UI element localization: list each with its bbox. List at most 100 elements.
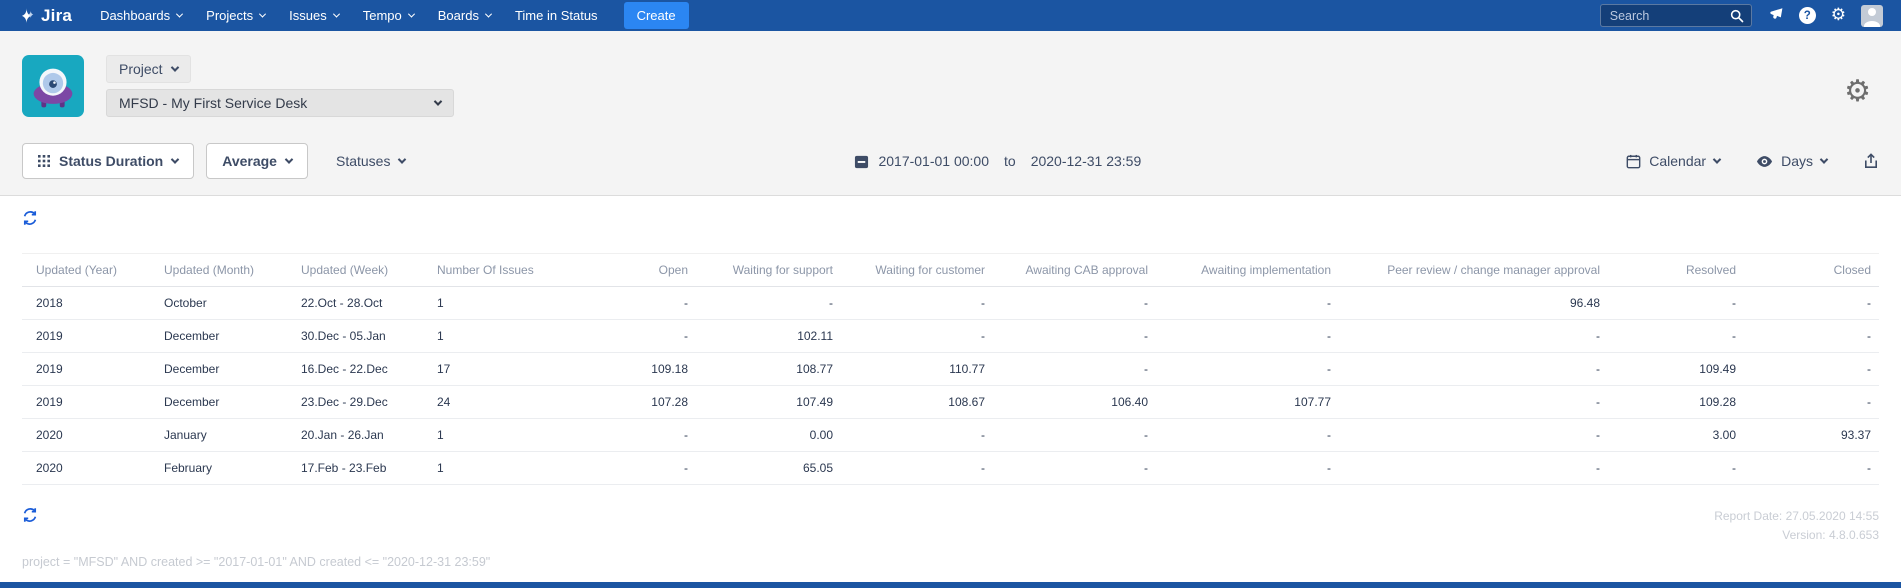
main-nav: Dashboards Projects Issues Tempo Boards Time … <box>88 8 610 23</box>
table-cell: 65.05 <box>688 451 833 485</box>
nav-item-projects[interactable]: Projects <box>206 8 267 23</box>
unit-dropdown[interactable]: Days <box>1756 153 1829 169</box>
refresh-row <box>22 196 1879 253</box>
table-cell: - <box>561 451 688 485</box>
table-cell: 108.67 <box>833 385 985 419</box>
export-button[interactable] <box>1863 153 1879 169</box>
nav-item-label: Issues <box>289 8 327 23</box>
chevron-down-icon <box>1712 155 1722 164</box>
announcement-megaphone-icon[interactable] <box>1767 7 1784 24</box>
project-select[interactable]: MFSD - My First Service Desk <box>106 89 454 117</box>
user-avatar[interactable] <box>1861 4 1883 27</box>
table-cell: January <box>164 418 301 452</box>
table-cell: - <box>561 319 688 353</box>
jira-logo[interactable]: Jira <box>18 6 72 26</box>
project-type-dropdown[interactable]: Project <box>106 55 191 83</box>
footer-meta: Report Date: 27.05.2020 14:55 Version: 4… <box>1714 507 1879 545</box>
project-controls: Project MFSD - My First Service Desk <box>106 55 454 117</box>
column-header: Updated (Year) <box>22 253 164 287</box>
table-cell: - <box>1736 451 1879 485</box>
version: Version: 4.8.0.653 <box>1782 528 1879 542</box>
report-table: Updated (Year) Updated (Month) Updated (We… <box>22 253 1879 485</box>
chevron-down-icon <box>176 10 184 18</box>
table-cell: 93.37 <box>1736 418 1879 452</box>
table-cell: - <box>833 286 985 320</box>
table-cell: - <box>1331 352 1600 386</box>
nav-item-boards[interactable]: Boards <box>437 8 492 23</box>
project-select-value: MFSD - My First Service Desk <box>119 95 308 111</box>
table-cell: 2020 <box>22 451 164 485</box>
nav-item-label: Boards <box>437 8 479 23</box>
table-row: 2020 February 17.Feb - 23.Feb 1-65.05- - - - - - <box>22 451 1879 485</box>
calendar-type-dropdown[interactable]: Calendar <box>1626 153 1722 169</box>
table-cell: - <box>1148 418 1331 452</box>
table-cell: 30.Dec - 05.Jan <box>301 319 437 353</box>
table-cell: - <box>1148 451 1331 485</box>
search-input[interactable] <box>1607 7 1726 24</box>
chevron-down-icon <box>332 10 340 18</box>
chevron-down-icon <box>433 97 443 106</box>
calendar-icon <box>854 154 869 169</box>
aggregation-button[interactable]: Average <box>206 143 308 179</box>
table-cell: 1 <box>437 319 561 353</box>
report-settings-gear-icon[interactable]: ⚙ <box>1844 77 1871 107</box>
chevron-down-icon <box>407 10 415 18</box>
nav-item-dashboards[interactable]: Dashboards <box>100 8 184 23</box>
column-header: Resolved <box>1600 253 1736 287</box>
calendar-type-label: Calendar <box>1649 153 1707 169</box>
nav-item-tempo[interactable]: Tempo <box>363 8 415 23</box>
admin-gear-icon[interactable]: ⚙ <box>1831 7 1846 24</box>
table-cell: - <box>1148 352 1331 386</box>
refresh-icon[interactable] <box>22 210 38 226</box>
grid-icon <box>38 155 50 167</box>
report-date: Report Date: 27.05.2020 14:55 <box>1714 509 1879 523</box>
table-cell: - <box>1736 319 1879 353</box>
column-header: Waiting for customer <box>833 253 985 287</box>
report-type-button[interactable]: Status Duration <box>22 143 195 179</box>
column-header: Closed <box>1736 253 1879 287</box>
project-type-label: Project <box>119 61 163 77</box>
table-cell: 106.40 <box>985 385 1148 419</box>
table-cell: - <box>1331 451 1600 485</box>
refresh-icon-bottom[interactable] <box>22 507 38 523</box>
table-cell: - <box>1148 319 1331 353</box>
search-icon[interactable] <box>1730 9 1744 23</box>
report-content: Updated (Year) Updated (Month) Updated (We… <box>0 196 1901 569</box>
jql-query: project = "MFSD" AND created >= "2017-01… <box>22 555 491 569</box>
table-row: 2019 December 16.Dec - 22.Dec 17 109.18 108.7… <box>22 352 1879 386</box>
table-cell: - <box>985 418 1148 452</box>
date-to: 2020-12-31 23:59 <box>1030 153 1142 169</box>
chevron-down-icon <box>1819 155 1829 164</box>
table-cell: 109.18 <box>561 352 688 386</box>
column-header: Peer review / change manager approval <box>1331 253 1600 287</box>
table-cell: December <box>164 319 301 353</box>
table-cell: 110.77 <box>833 352 985 386</box>
table-cell: 22.Oct - 28.Oct <box>301 286 437 320</box>
create-button[interactable]: Create <box>623 2 689 29</box>
table-row: 2020 January 20.Jan - 26.Jan 1-0.00- - - -3.00… <box>22 418 1879 452</box>
table-cell: - <box>688 286 833 320</box>
brand-name: Jira <box>41 5 73 25</box>
nav-item-issues[interactable]: Issues <box>289 8 340 23</box>
table-cell: - <box>1736 385 1879 419</box>
aggregation-label: Average <box>222 153 277 169</box>
nav-item-time-in-status[interactable]: Time in Status <box>515 8 598 23</box>
help-icon[interactable]: ? <box>1798 7 1816 24</box>
table-row: 2019 December 30.Dec - 05.Jan 1-102.11- - - - -… <box>22 319 1879 353</box>
statuses-dropdown[interactable]: Statuses <box>336 153 407 169</box>
calendar-outline-icon <box>1626 154 1641 169</box>
eye-icon <box>1756 155 1773 168</box>
toolbar-left: Status Duration Average Statuses <box>22 143 407 179</box>
toolbar: Status Duration Average Statuses 2017-01… <box>0 117 1901 196</box>
table-cell: - <box>1600 451 1736 485</box>
table-cell: 0.00 <box>688 418 833 452</box>
table-cell: - <box>1600 286 1736 320</box>
table-cell: 20.Jan - 26.Jan <box>301 418 437 452</box>
table-cell: October <box>164 286 301 320</box>
table-cell: - <box>1331 319 1600 353</box>
table-cell: 24 <box>437 385 561 419</box>
table-cell: - <box>833 418 985 452</box>
nav-item-label: Projects <box>206 8 254 23</box>
date-range[interactable]: 2017-01-01 00:00 to 2020-12-31 23:59 <box>405 153 1590 169</box>
column-header: Awaiting CAB approval <box>985 253 1148 287</box>
